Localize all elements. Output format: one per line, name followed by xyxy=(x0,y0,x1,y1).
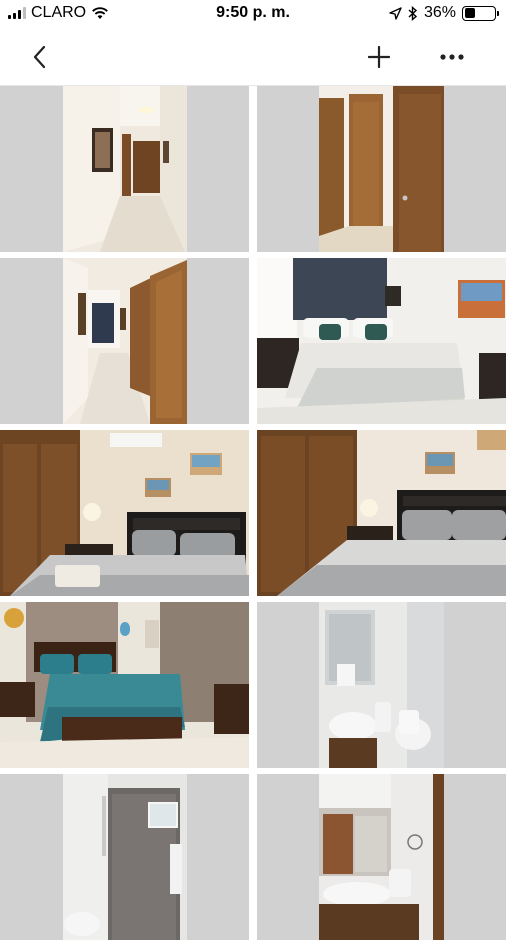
more-options-button[interactable] xyxy=(434,40,470,74)
photo-bedroom-wardrobe[interactable] xyxy=(0,430,249,596)
chevron-left-icon xyxy=(33,45,46,69)
photo-hallway[interactable] xyxy=(0,86,249,252)
photo-hallway-image xyxy=(0,86,249,252)
photo-doors[interactable] xyxy=(257,86,506,252)
plus-icon xyxy=(368,46,390,68)
photo-bedroom-grey-image xyxy=(257,430,506,596)
bluetooth-icon xyxy=(408,5,418,21)
photo-bedroom-curtains-image xyxy=(257,258,506,424)
battery-percent: 36% xyxy=(423,4,456,21)
photo-bedroom-curtains[interactable] xyxy=(257,258,506,424)
navigation-bar xyxy=(0,28,506,86)
status-bar: CLARO 9:50 p. m. 36% xyxy=(0,0,506,28)
ellipsis-icon xyxy=(440,54,464,60)
photo-bathroom-mirror[interactable] xyxy=(257,774,506,940)
photo-bedroom-teal[interactable] xyxy=(0,602,249,768)
photo-shower[interactable] xyxy=(0,774,249,940)
photo-hallway-doors-image xyxy=(0,258,249,424)
photo-bedroom-teal-image xyxy=(0,602,249,768)
photo-hallway-doors[interactable] xyxy=(0,258,249,424)
photo-bedroom-wardrobe-image xyxy=(0,430,249,596)
photo-shower-image xyxy=(0,774,249,940)
photo-bathroom-sink[interactable] xyxy=(257,602,506,768)
location-arrow-icon xyxy=(389,6,402,20)
add-photo-button[interactable] xyxy=(361,40,397,74)
photo-bathroom-mirror-image xyxy=(257,774,506,940)
photo-bathroom-sink-image xyxy=(257,602,506,768)
battery-icon xyxy=(462,5,499,21)
photo-bedroom-grey[interactable] xyxy=(257,430,506,596)
photo-doors-image xyxy=(257,86,506,252)
back-button[interactable] xyxy=(22,40,58,74)
